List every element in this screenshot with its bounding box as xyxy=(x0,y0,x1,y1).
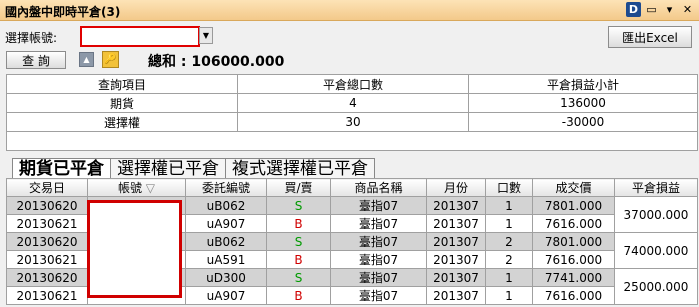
sort-icon: ▽ xyxy=(145,181,156,195)
export-excel-button[interactable]: 匯出Excel xyxy=(608,26,692,48)
pnl: 25000.000 xyxy=(614,268,698,305)
summary-cell: 30 xyxy=(237,112,469,132)
pnl: 37000.000 xyxy=(614,196,698,233)
side: S xyxy=(266,196,331,215)
column-header[interactable]: 買/賣 xyxy=(266,178,331,197)
d-app-icon[interactable]: D xyxy=(626,2,641,17)
trade-date: 20130620 xyxy=(6,196,88,215)
pin-icon[interactable]: ▾ xyxy=(662,2,677,17)
summary-cell: -30000 xyxy=(468,112,698,132)
window-titlebar: 國內盤中即時平倉(3) D ▭ ▾ ✕ xyxy=(0,0,699,21)
quantity: 2 xyxy=(485,232,533,251)
column-header[interactable]: 交易日 xyxy=(6,178,88,197)
trade-date: 20130621 xyxy=(6,286,88,305)
side: B xyxy=(266,214,331,233)
product: 臺指07 xyxy=(330,232,427,251)
window-title: 國內盤中即時平倉(3) xyxy=(5,5,121,19)
column-header[interactable]: 平倉損益 xyxy=(614,178,698,197)
product: 臺指07 xyxy=(330,268,427,287)
quantity: 2 xyxy=(485,250,533,269)
summary-cell: 期貨 xyxy=(6,93,238,113)
month: 201307 xyxy=(426,196,486,215)
month: 201307 xyxy=(426,286,486,305)
order-id: uA591 xyxy=(185,250,267,269)
column-header[interactable]: 成交價 xyxy=(532,178,615,197)
summary-cell: 選擇權 xyxy=(6,112,238,132)
column-header[interactable]: 帳號 ▽ xyxy=(87,178,186,197)
price: 7616.000 xyxy=(532,214,615,233)
close-icon[interactable]: ✕ xyxy=(680,2,695,17)
page-icon[interactable]: ▭ xyxy=(644,2,659,17)
side: B xyxy=(266,250,331,269)
order-id: uB062 xyxy=(185,196,267,215)
summary-header: 平倉損益小計 xyxy=(468,74,698,94)
order-id: uD300 xyxy=(185,268,267,287)
quantity: 1 xyxy=(485,214,533,233)
month: 201307 xyxy=(426,268,486,287)
column-header[interactable]: 月份 xyxy=(426,178,486,197)
tab-options-closed[interactable]: 選擇權已平倉 xyxy=(110,158,226,179)
product: 臺指07 xyxy=(330,250,427,269)
summary-cell: 136000 xyxy=(468,93,698,113)
quantity: 1 xyxy=(485,286,533,305)
total-label: 總和 : 106000.000 xyxy=(148,54,285,70)
account-label: 選擇帳號: xyxy=(5,31,58,45)
account-select[interactable] xyxy=(80,26,200,47)
collapse-icon[interactable]: ▲ xyxy=(79,52,94,67)
summary-header: 平倉總口數 xyxy=(237,74,469,94)
quantity: 1 xyxy=(485,268,533,287)
pnl: 74000.000 xyxy=(614,232,698,269)
price: 7616.000 xyxy=(532,286,615,305)
order-id: uB062 xyxy=(185,232,267,251)
summary-cell: 4 xyxy=(237,93,469,113)
account-redaction-box xyxy=(87,200,182,298)
order-id: uA907 xyxy=(185,286,267,305)
tab-futures-closed[interactable]: 期貨已平倉 xyxy=(12,158,111,179)
key-icon[interactable]: 🔑 xyxy=(102,51,119,68)
chevron-down-icon[interactable]: ▼ xyxy=(199,27,213,44)
query-button[interactable]: 查 詢 xyxy=(6,51,66,69)
price: 7801.000 xyxy=(532,196,615,215)
product: 臺指07 xyxy=(330,286,427,305)
side: B xyxy=(266,286,331,305)
summary-table: 查詢項目 平倉總口數 平倉損益小計 期貨 4 136000 選擇權 30 -30… xyxy=(6,74,698,151)
side: S xyxy=(266,268,331,287)
quantity: 1 xyxy=(485,196,533,215)
column-header[interactable]: 委託編號 xyxy=(185,178,267,197)
side: S xyxy=(266,232,331,251)
tab-complex-options-closed[interactable]: 複式選擇權已平倉 xyxy=(225,158,375,179)
month: 201307 xyxy=(426,250,486,269)
price: 7616.000 xyxy=(532,250,615,269)
month: 201307 xyxy=(426,214,486,233)
product: 臺指07 xyxy=(330,196,427,215)
month: 201307 xyxy=(426,232,486,251)
summary-header: 查詢項目 xyxy=(6,74,238,94)
tab-bar: 期貨已平倉 選擇權已平倉 複式選擇權已平倉 xyxy=(12,158,375,179)
trade-date: 20130621 xyxy=(6,214,88,233)
column-header[interactable]: 商品名稱 xyxy=(330,178,427,197)
order-id: uA907 xyxy=(185,214,267,233)
price: 7741.000 xyxy=(532,268,615,287)
summary-empty-row xyxy=(6,131,698,151)
trade-date: 20130620 xyxy=(6,232,88,251)
column-header-label: 帳號 xyxy=(117,181,142,195)
trade-date: 20130620 xyxy=(6,268,88,287)
product: 臺指07 xyxy=(330,214,427,233)
column-header[interactable]: 口數 xyxy=(485,178,533,197)
trade-date: 20130621 xyxy=(6,250,88,269)
price: 7801.000 xyxy=(532,232,615,251)
